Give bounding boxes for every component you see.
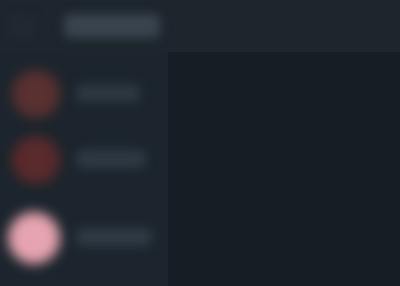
list-item-label bbox=[76, 84, 140, 102]
list-item[interactable] bbox=[0, 206, 168, 274]
list-item[interactable] bbox=[0, 128, 168, 196]
list-item[interactable] bbox=[0, 62, 168, 130]
top-bar bbox=[0, 0, 400, 52]
avatar bbox=[12, 136, 60, 184]
list-item-label bbox=[76, 228, 152, 246]
avatar bbox=[8, 212, 60, 264]
list-item-label bbox=[76, 150, 146, 168]
content-pane bbox=[168, 52, 400, 286]
page-title bbox=[64, 14, 160, 38]
menu-icon[interactable] bbox=[8, 14, 36, 38]
avatar bbox=[12, 70, 60, 118]
